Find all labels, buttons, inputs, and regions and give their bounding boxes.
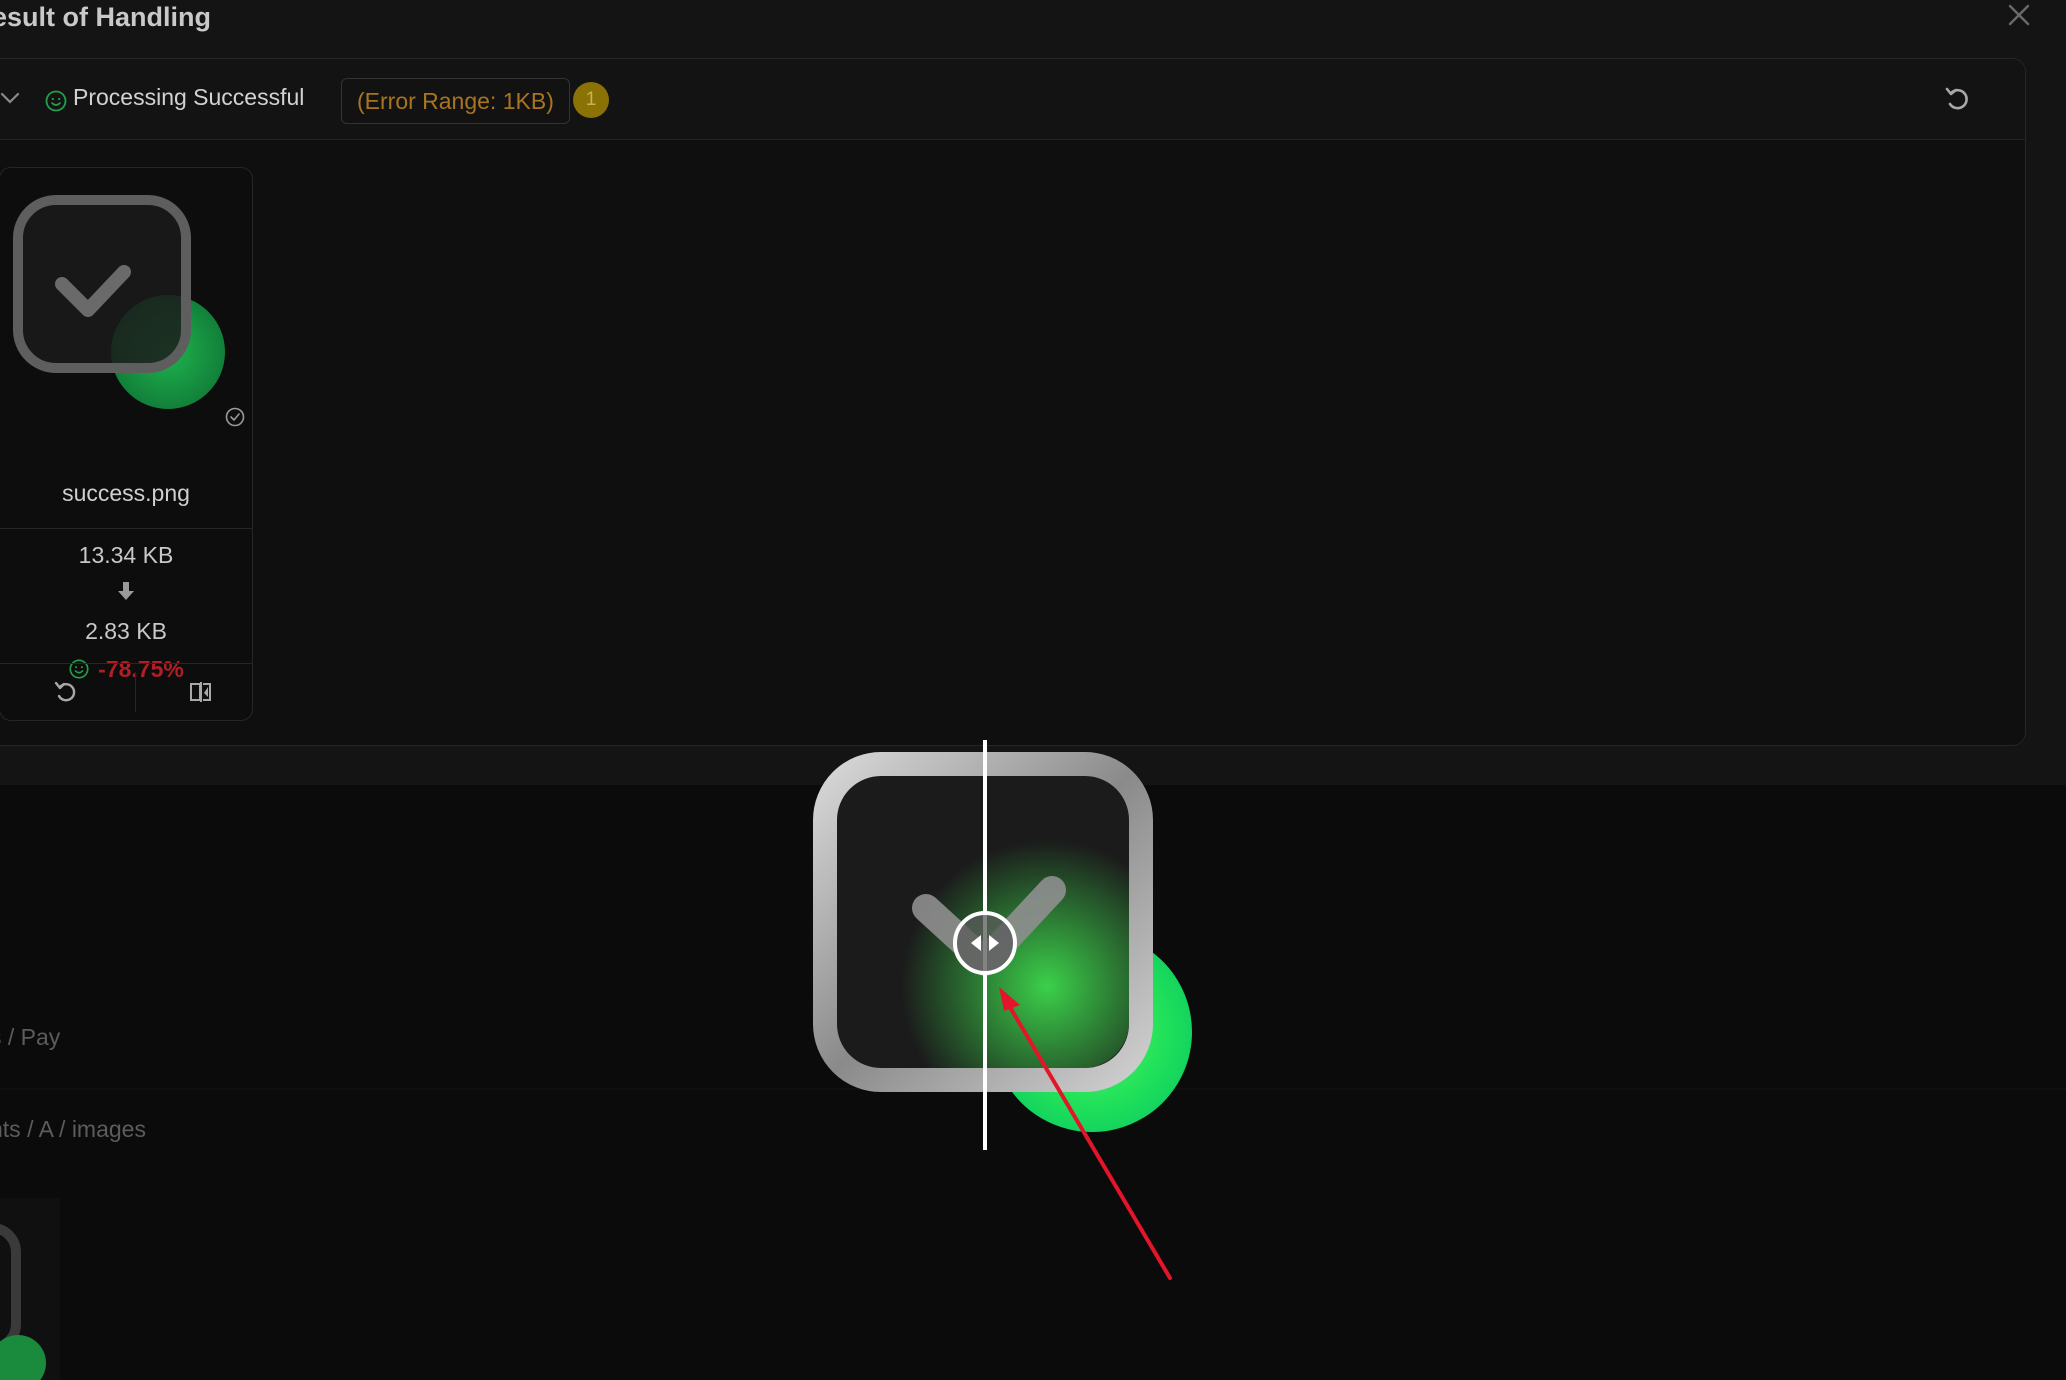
result-dialog: esult of Handling Processing Successful …	[0, 0, 2066, 785]
action-separator	[135, 672, 136, 712]
check-circle-icon	[225, 407, 245, 427]
dialog-title: esult of Handling	[0, 2, 211, 32]
file-thumbnail[interactable]	[10, 192, 250, 432]
file-name: success.png	[62, 480, 190, 506]
panel-header: Processing Successful (Error Range: 1KB)…	[0, 59, 2025, 140]
compressed-size: 2.83 KB	[85, 618, 167, 644]
card-actions	[0, 663, 252, 720]
arrow-down-icon	[118, 582, 134, 600]
count-badge: 1	[573, 82, 609, 118]
smile-icon	[45, 90, 67, 112]
undo-icon[interactable]	[52, 678, 80, 706]
annotation-arrow	[999, 987, 1172, 1280]
close-icon[interactable]	[2004, 0, 2034, 30]
file-card: success.png 13.34 KB 2.83 KB -78.75%	[0, 167, 253, 721]
background-path[interactable]: nts / A / images	[0, 1116, 146, 1143]
status-text: Processing Successful	[73, 84, 305, 110]
original-size: 13.34 KB	[78, 542, 174, 568]
divider	[0, 528, 252, 529]
result-panel: Processing Successful (Error Range: 1KB)…	[0, 58, 2026, 746]
error-range-badge: (Error Range: 1KB)	[341, 78, 570, 124]
undo-icon[interactable]	[1942, 83, 1974, 115]
chevron-down-icon[interactable]	[0, 87, 21, 109]
background-path[interactable]: s / Pay	[0, 1024, 60, 1051]
background-thumbnail[interactable]	[0, 1198, 60, 1380]
compare-icon[interactable]	[188, 679, 214, 705]
